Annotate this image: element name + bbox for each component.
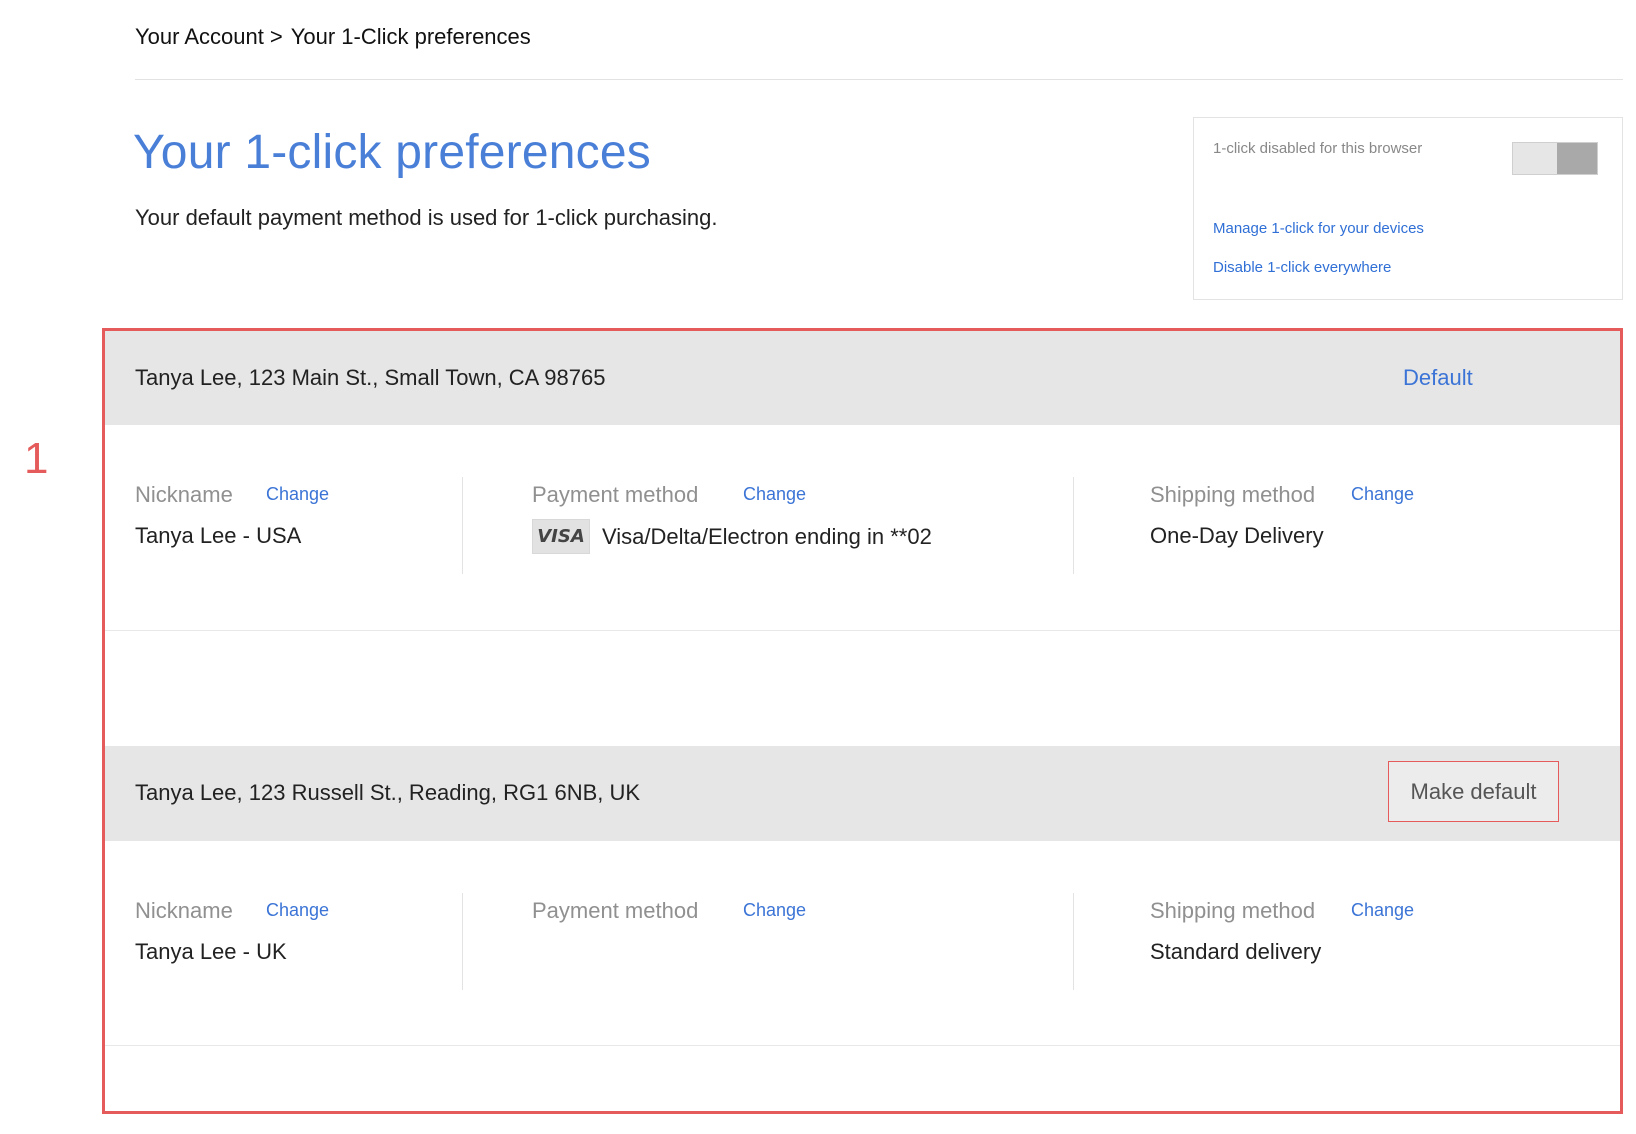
card-body: Nickname Change Tanya Lee - UK Payment m… xyxy=(105,841,1620,1046)
make-default-button[interactable]: Make default xyxy=(1388,761,1559,822)
disable-everywhere-link[interactable]: Disable 1-click everywhere xyxy=(1213,259,1391,276)
breadcrumb-your-account[interactable]: Your Account xyxy=(135,24,264,49)
nickname-value: Tanya Lee - USA xyxy=(135,523,302,548)
column-divider xyxy=(1073,477,1074,574)
nickname-label: Nickname xyxy=(135,482,233,507)
change-shipping-link[interactable]: Change xyxy=(1351,484,1414,505)
breadcrumb-current: Your 1-Click preferences xyxy=(290,24,531,49)
page-subtitle: Your default payment method is used for … xyxy=(135,205,718,230)
breadcrumb-separator: > xyxy=(269,24,283,49)
shipping-method-value: Standard delivery xyxy=(1150,939,1322,964)
nickname-value: Tanya Lee - UK xyxy=(135,939,287,964)
column-divider xyxy=(462,477,463,574)
preference-card-uk: Tanya Lee, 123 Russell St., Reading, RG1… xyxy=(105,746,1620,1046)
shipping-method-value: One-Day Delivery xyxy=(1150,523,1324,548)
change-nickname-link[interactable]: Change xyxy=(266,484,329,505)
shipping-address: Tanya Lee, 123 Main St., Small Town, CA … xyxy=(135,365,606,390)
header-divider xyxy=(135,79,1623,80)
shipping-address: Tanya Lee, 123 Russell St., Reading, RG1… xyxy=(135,780,641,805)
annotation-number: 1 xyxy=(24,434,49,483)
browser-status-text: 1-click disabled for this browser xyxy=(1213,140,1423,157)
manage-devices-link[interactable]: Manage 1-click for your devices xyxy=(1213,220,1424,237)
payment-method-label: Payment method xyxy=(532,482,699,507)
card-body: Nickname Change Tanya Lee - USA Payment … xyxy=(105,425,1620,631)
column-divider xyxy=(1073,893,1074,990)
change-payment-link[interactable]: Change xyxy=(743,900,806,921)
change-nickname-link[interactable]: Change xyxy=(266,900,329,921)
page-title: Your 1-click preferences xyxy=(133,126,651,179)
nickname-label: Nickname xyxy=(135,898,233,923)
visa-card-icon: VISA xyxy=(532,519,590,554)
change-payment-link[interactable]: Change xyxy=(743,484,806,505)
payment-card-text: Visa/Delta/Electron ending in **02 xyxy=(602,523,932,549)
default-label[interactable]: Default xyxy=(1403,365,1473,391)
one-click-toggle[interactable] xyxy=(1512,142,1598,175)
payment-method-label: Payment method xyxy=(532,898,699,923)
payment-method-value: VISA Visa/Delta/Electron ending in **02 xyxy=(532,519,932,554)
toggle-knob xyxy=(1557,143,1597,174)
shipping-method-label: Shipping method xyxy=(1150,482,1316,507)
browser-settings-panel: 1-click disabled for this browser Manage… xyxy=(1193,117,1623,300)
column-divider xyxy=(462,893,463,990)
card-header: Tanya Lee, 123 Main St., Small Town, CA … xyxy=(105,331,1620,425)
shipping-method-label: Shipping method xyxy=(1150,898,1316,923)
preference-card-usa: Tanya Lee, 123 Main St., Small Town, CA … xyxy=(105,331,1620,631)
breadcrumb: Your Account > Your 1-Click preferences xyxy=(135,24,531,50)
card-header: Tanya Lee, 123 Russell St., Reading, RG1… xyxy=(105,746,1620,841)
change-shipping-link[interactable]: Change xyxy=(1351,900,1414,921)
